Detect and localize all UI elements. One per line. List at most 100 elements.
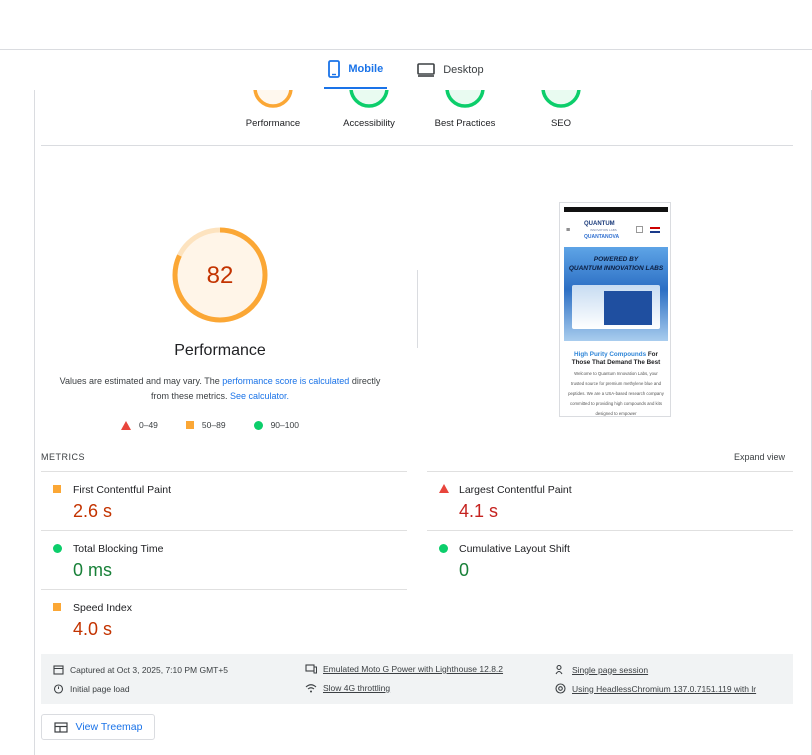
- metric-lcp: Largest Contentful Paint 4.1 s: [427, 471, 793, 529]
- legend-fail: 0–49: [121, 420, 158, 430]
- category-gauges: 82 Performance 93 Accessibility 100 Best…: [35, 90, 797, 146]
- gauge-score: 100: [455, 90, 475, 93]
- performance-score: 82: [207, 262, 234, 289]
- see-calculator-link[interactable]: See calculator.: [230, 391, 289, 401]
- emulated-device[interactable]: Emulated Moto G Power with Lighthouse 12…: [305, 664, 503, 674]
- page-screenshot[interactable]: ≡ QUANTUM INNOVATION LABS QUANTANOVA POW…: [559, 202, 671, 417]
- report-content: 82 Performance 93 Accessibility 100 Best…: [34, 90, 796, 755]
- score-legend: 0–49 50–89 90–100: [121, 420, 299, 430]
- hero-line: QUANTUM INNOVATION LABS: [568, 265, 664, 272]
- legend-average: 50–89: [185, 420, 226, 430]
- legend-label: 50–89: [201, 420, 226, 430]
- calendar-icon: [53, 665, 64, 675]
- metric-fcp: First Contentful Paint 2.6 s: [41, 471, 407, 529]
- hero-text: POWERED BY QUANTUM INNOVATION LABS: [564, 255, 668, 273]
- screenshot-logo: QUANTUM: [584, 221, 615, 227]
- legend-pass: 90–100: [253, 420, 299, 430]
- expand-view-toggle[interactable]: Expand view: [734, 452, 785, 462]
- metric-value: 4.1 s: [459, 501, 499, 521]
- performance-description: Values are estimated and may vary. The p…: [55, 374, 385, 404]
- metric-name: Largest Contentful Paint: [459, 484, 572, 496]
- device-tabs: Mobile Desktop: [0, 50, 812, 90]
- initial-load: Initial page load: [53, 683, 130, 694]
- gauge-arc: 93: [349, 90, 389, 108]
- runtime-settings: Captured at Oct 3, 2025, 7:10 PM GMT+5 I…: [41, 654, 793, 704]
- captured-at: Captured at Oct 3, 2025, 7:10 PM GMT+5: [53, 664, 228, 675]
- metrics-title: METRICS: [41, 452, 85, 462]
- tab-mobile-label: Mobile: [348, 62, 384, 75]
- smartphone-icon: [328, 59, 341, 78]
- metric-value: 0 ms: [73, 560, 113, 580]
- menu-icon: ≡: [566, 227, 571, 234]
- legend-label: 0–49: [139, 420, 158, 430]
- gauge-label: Accessibility: [343, 118, 395, 129]
- us-flag-icon: [650, 227, 660, 233]
- metric-value: 4.0 s: [73, 619, 113, 639]
- cart-icon: [636, 226, 643, 233]
- metric-value: 2.6 s: [73, 501, 113, 521]
- gauge-best-practices[interactable]: 100 Best Practices: [417, 90, 513, 129]
- screenshot-logo-sub: INNOVATION LABS: [590, 228, 617, 232]
- screenshot-header: ≡ QUANTUM INNOVATION LABS QUANTANOVA: [564, 221, 668, 245]
- performance-title: Performance: [174, 342, 266, 359]
- score-calculated-link[interactable]: performance score is calculated: [222, 376, 349, 386]
- circle-icon: [439, 544, 448, 553]
- screenshot-heading: High Purity Compounds For Those That Dem…: [564, 351, 668, 367]
- square-icon: [185, 421, 194, 429]
- tab-mobile[interactable]: Mobile: [324, 50, 388, 89]
- metric-value: 0: [459, 560, 470, 580]
- metric-tbt: Total Blocking Time 0 ms: [41, 530, 407, 588]
- top-bar: [0, 0, 812, 50]
- metric-name: Total Blocking Time: [73, 543, 164, 555]
- tab-desktop[interactable]: Desktop: [413, 50, 487, 89]
- gauge-label: Performance: [245, 118, 301, 129]
- desc-text: Values are estimated and may vary. The: [59, 376, 223, 386]
- triangle-icon: [121, 420, 131, 430]
- phone-status-bar: [564, 207, 668, 212]
- square-icon: [53, 603, 61, 611]
- divider: [41, 145, 793, 146]
- gauge-performance[interactable]: 82 Performance: [225, 90, 321, 129]
- gauge-arc: 100: [445, 90, 485, 108]
- circle-icon: [53, 544, 62, 553]
- vertical-divider: [417, 270, 418, 348]
- person-icon: [555, 664, 563, 675]
- metric-speed-index: Speed Index 4.0 s: [41, 589, 407, 647]
- metric-name: First Contentful Paint: [73, 484, 172, 496]
- chrome-icon: [555, 683, 566, 694]
- gauge-seo[interactable]: 92 SEO: [513, 90, 609, 129]
- session-type[interactable]: Single page session: [555, 664, 648, 675]
- devices-icon: [305, 664, 317, 674]
- metrics-header: METRICS Expand view: [41, 452, 793, 466]
- browser-info[interactable]: Using HeadlessChromium 137.0.7151.119 wi…: [555, 683, 787, 694]
- gauge-arc: 82: [253, 90, 293, 108]
- gauge-label: Best Practices: [434, 118, 496, 129]
- metric-cls: Cumulative Layout Shift 0: [427, 530, 793, 588]
- session-text: Single page session: [572, 664, 649, 675]
- wifi-icon: [305, 684, 317, 693]
- monitor-icon: [417, 62, 436, 77]
- browser-text: Using HeadlessChromium 137.0.7151.119 wi…: [572, 683, 757, 694]
- screenshot-logo2: QUANTANOVA: [584, 234, 620, 240]
- square-icon: [53, 485, 61, 493]
- metric-name: Speed Index: [73, 602, 132, 614]
- hero-line: POWERED BY: [593, 256, 639, 263]
- metric-name: Cumulative Layout Shift: [459, 543, 570, 555]
- throttle-text: Slow 4G throttling: [323, 683, 391, 693]
- hero-product-box: [604, 291, 652, 325]
- triangle-icon: [439, 484, 449, 493]
- gauge-score: 92: [554, 90, 568, 93]
- throttling[interactable]: Slow 4G throttling: [305, 683, 390, 693]
- screenshot-body: Welcome to Quantum Innovation Labs, your…: [568, 371, 664, 416]
- timer-icon: [53, 684, 64, 694]
- treemap-icon: [53, 721, 68, 733]
- view-treemap-label: View Treemap: [75, 721, 143, 733]
- load-text: Initial page load: [70, 683, 130, 694]
- gauge-score: 82: [266, 90, 280, 93]
- heading-blue: High Purity Compounds: [574, 351, 647, 358]
- view-treemap-button[interactable]: View Treemap: [41, 714, 155, 740]
- circle-icon: [253, 420, 263, 430]
- captured-text: Captured at Oct 3, 2025, 7:10 PM GMT+5: [70, 664, 229, 675]
- gauge-accessibility[interactable]: 93 Accessibility: [321, 90, 417, 129]
- device-text: Emulated Moto G Power with Lighthouse 12…: [323, 664, 504, 674]
